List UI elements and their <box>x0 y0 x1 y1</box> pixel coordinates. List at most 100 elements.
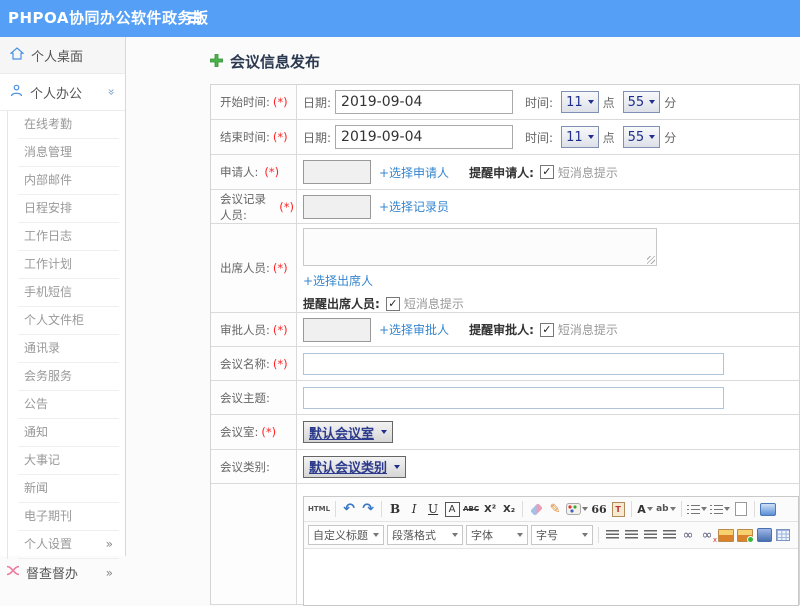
meeting-category-select[interactable]: 默认会议类别 <box>303 455 407 478</box>
sidebar-item-file-cabinet[interactable]: 个人文件柜 <box>18 307 119 335</box>
meeting-topic-input[interactable] <box>303 386 724 409</box>
row-meeting-room: 会议室: (*) 默认会议室 <box>211 415 799 450</box>
font-style-icon[interactable]: A <box>444 501 460 517</box>
page-title: 会议信息发布 <box>210 51 800 72</box>
color-palette-icon[interactable] <box>566 500 589 518</box>
choose-recorder-link[interactable]: +选择记录员 <box>379 198 449 215</box>
insert-link-icon[interactable]: ∞ <box>680 526 696 544</box>
upload-image-icon[interactable] <box>737 526 754 544</box>
sidebar-item-work-plan[interactable]: 工作计划 <box>18 251 119 279</box>
subscript-icon[interactable]: X₂ <box>501 500 517 518</box>
font-color-icon[interactable]: A <box>637 500 653 518</box>
ordered-list-icon[interactable] <box>686 500 707 518</box>
end-date-input[interactable] <box>335 125 514 149</box>
date-label: 日期: <box>303 130 332 145</box>
applicant-input[interactable] <box>303 160 371 184</box>
sidebar-item-announcement[interactable]: 公告 <box>18 391 119 419</box>
superscript-icon[interactable]: X² <box>482 500 498 518</box>
insert-table-icon[interactable] <box>775 526 791 544</box>
unordered-list-icon[interactable] <box>709 500 730 518</box>
required-mark: (*) <box>261 425 277 439</box>
remind-approver-label: 提醒审批人: <box>469 323 534 337</box>
sidebar-item-notice[interactable]: 通知 <box>18 419 119 447</box>
end-minute-select[interactable]: 55 <box>622 126 661 148</box>
font-size-dropdown[interactable]: 字号 <box>531 525 593 545</box>
start-minute-select[interactable]: 55 <box>622 91 661 113</box>
row-attendees: 出席人员: (*) +选择出席人 提醒出席人员: ✓ 短消息提示 <box>211 224 799 313</box>
choose-approver-link[interactable]: +选择审批人 <box>379 321 449 338</box>
font-family-dropdown[interactable]: 字体 <box>466 525 528 545</box>
remind-applicant-label: 提醒申请人: <box>469 165 534 180</box>
hour-unit: 点 <box>602 130 615 145</box>
meeting-form: 开始时间:(*) 日期: 时间: 11 点 55 分 结束时间:(*) 日期: … <box>210 84 800 606</box>
required-mark: (*) <box>272 261 288 275</box>
remove-link-icon[interactable]: ∞ <box>699 526 717 545</box>
row-start-time: 开始时间:(*) 日期: 时间: 11 点 55 分 <box>211 85 799 120</box>
paragraph-format-dropdown[interactable]: 段落格式 <box>387 525 463 545</box>
paste-icon[interactable]: T <box>610 500 626 518</box>
sidebar-item-messages[interactable]: 消息管理 <box>18 139 119 167</box>
attendees-sms-checkbox[interactable]: ✓ <box>385 296 400 311</box>
minute-unit: 分 <box>664 130 677 145</box>
highlight-icon[interactable]: ab <box>656 500 676 518</box>
sidebar-item-attendance[interactable]: 在线考勤 <box>18 111 119 139</box>
approver-input[interactable] <box>303 317 371 342</box>
row-meeting-name: 会议名称: (*) <box>211 347 799 381</box>
sidebar-item-label: 个人桌面 <box>31 49 84 65</box>
editor-content-area[interactable] <box>304 549 798 605</box>
start-hour-select[interactable]: 11 <box>561 91 599 113</box>
time-label: 时间: <box>525 130 554 145</box>
choose-applicant-link[interactable]: +选择申请人 <box>379 164 449 181</box>
hour-unit: 点 <box>602 95 615 110</box>
sidebar-item-contacts[interactable]: 通讯录 <box>18 335 119 363</box>
align-center-icon[interactable] <box>623 526 639 544</box>
strikethrough-icon[interactable]: ABC <box>463 500 479 518</box>
applicant-sms-checkbox[interactable]: ✓ <box>539 165 554 179</box>
align-justify-icon[interactable] <box>661 526 677 544</box>
menu-icon[interactable]: ≡ <box>186 0 203 37</box>
sidebar-item-personal-settings[interactable]: 个人设置 » <box>18 531 119 559</box>
required-mark: (*) <box>272 356 288 371</box>
eraser-icon[interactable] <box>528 500 544 518</box>
format-brush-icon[interactable]: ✎ <box>547 500 563 518</box>
sidebar-item-work-log[interactable]: 工作日志 <box>18 223 119 251</box>
attendees-textarea[interactable] <box>303 228 657 266</box>
custom-title-dropdown[interactable]: 自定义标题 <box>308 525 384 545</box>
sidebar-item-news[interactable]: 新闻 <box>18 475 119 503</box>
select-arrow-icon <box>394 464 401 469</box>
align-right-icon[interactable] <box>642 526 658 544</box>
recorder-input[interactable] <box>303 194 371 219</box>
approver-sms-checkbox[interactable]: ✓ <box>539 322 554 337</box>
sidebar-item-internal-mail[interactable]: 内部邮件 <box>18 167 119 195</box>
fullscreen-icon[interactable] <box>759 500 776 518</box>
undo-icon[interactable]: ↶ <box>341 500 357 518</box>
end-hour-select[interactable]: 11 <box>561 126 599 148</box>
start-date-input[interactable] <box>335 90 514 114</box>
select-arrow-icon <box>381 430 388 434</box>
date-label: 日期: <box>303 95 332 110</box>
redo-icon[interactable]: ↷ <box>360 500 376 518</box>
align-left-icon[interactable] <box>604 526 620 544</box>
sidebar-item-schedule[interactable]: 日程安排 <box>18 195 119 223</box>
row-recorder: 会议记录人员: (*) +选择记录员 <box>211 190 799 224</box>
sidebar-item-meeting-service[interactable]: 会务服务 <box>18 363 119 391</box>
new-page-icon[interactable] <box>733 500 749 518</box>
blockquote-icon[interactable]: 66 <box>591 500 607 518</box>
meeting-name-input[interactable] <box>303 352 724 375</box>
sidebar-item-big-events[interactable]: 大事记 <box>18 447 119 475</box>
sidebar-item-desktop[interactable]: 个人桌面 <box>0 37 125 74</box>
sms-label: 短消息提示 <box>557 323 618 337</box>
underline-icon[interactable]: U <box>425 500 441 518</box>
insert-media-icon[interactable] <box>756 526 772 544</box>
bold-icon[interactable]: B <box>387 500 403 518</box>
meeting-room-select[interactable]: 默认会议室 <box>303 421 394 443</box>
insert-image-icon[interactable] <box>718 526 734 544</box>
row-meeting-category: 会议类别: 默认会议类别 <box>211 450 799 484</box>
sidebar-item-office[interactable]: 个人办公 » <box>0 74 125 111</box>
choose-attendees-link[interactable]: +选择出席人 <box>303 272 373 289</box>
sidebar-item-e-journal[interactable]: 电子期刊 <box>18 503 119 531</box>
sidebar-item-supervision[interactable]: 督查督办 » <box>0 559 125 586</box>
html-source-button[interactable]: HTML <box>308 500 330 518</box>
italic-icon[interactable]: I <box>406 500 422 518</box>
sidebar-item-sms[interactable]: 手机短信 <box>18 279 119 307</box>
